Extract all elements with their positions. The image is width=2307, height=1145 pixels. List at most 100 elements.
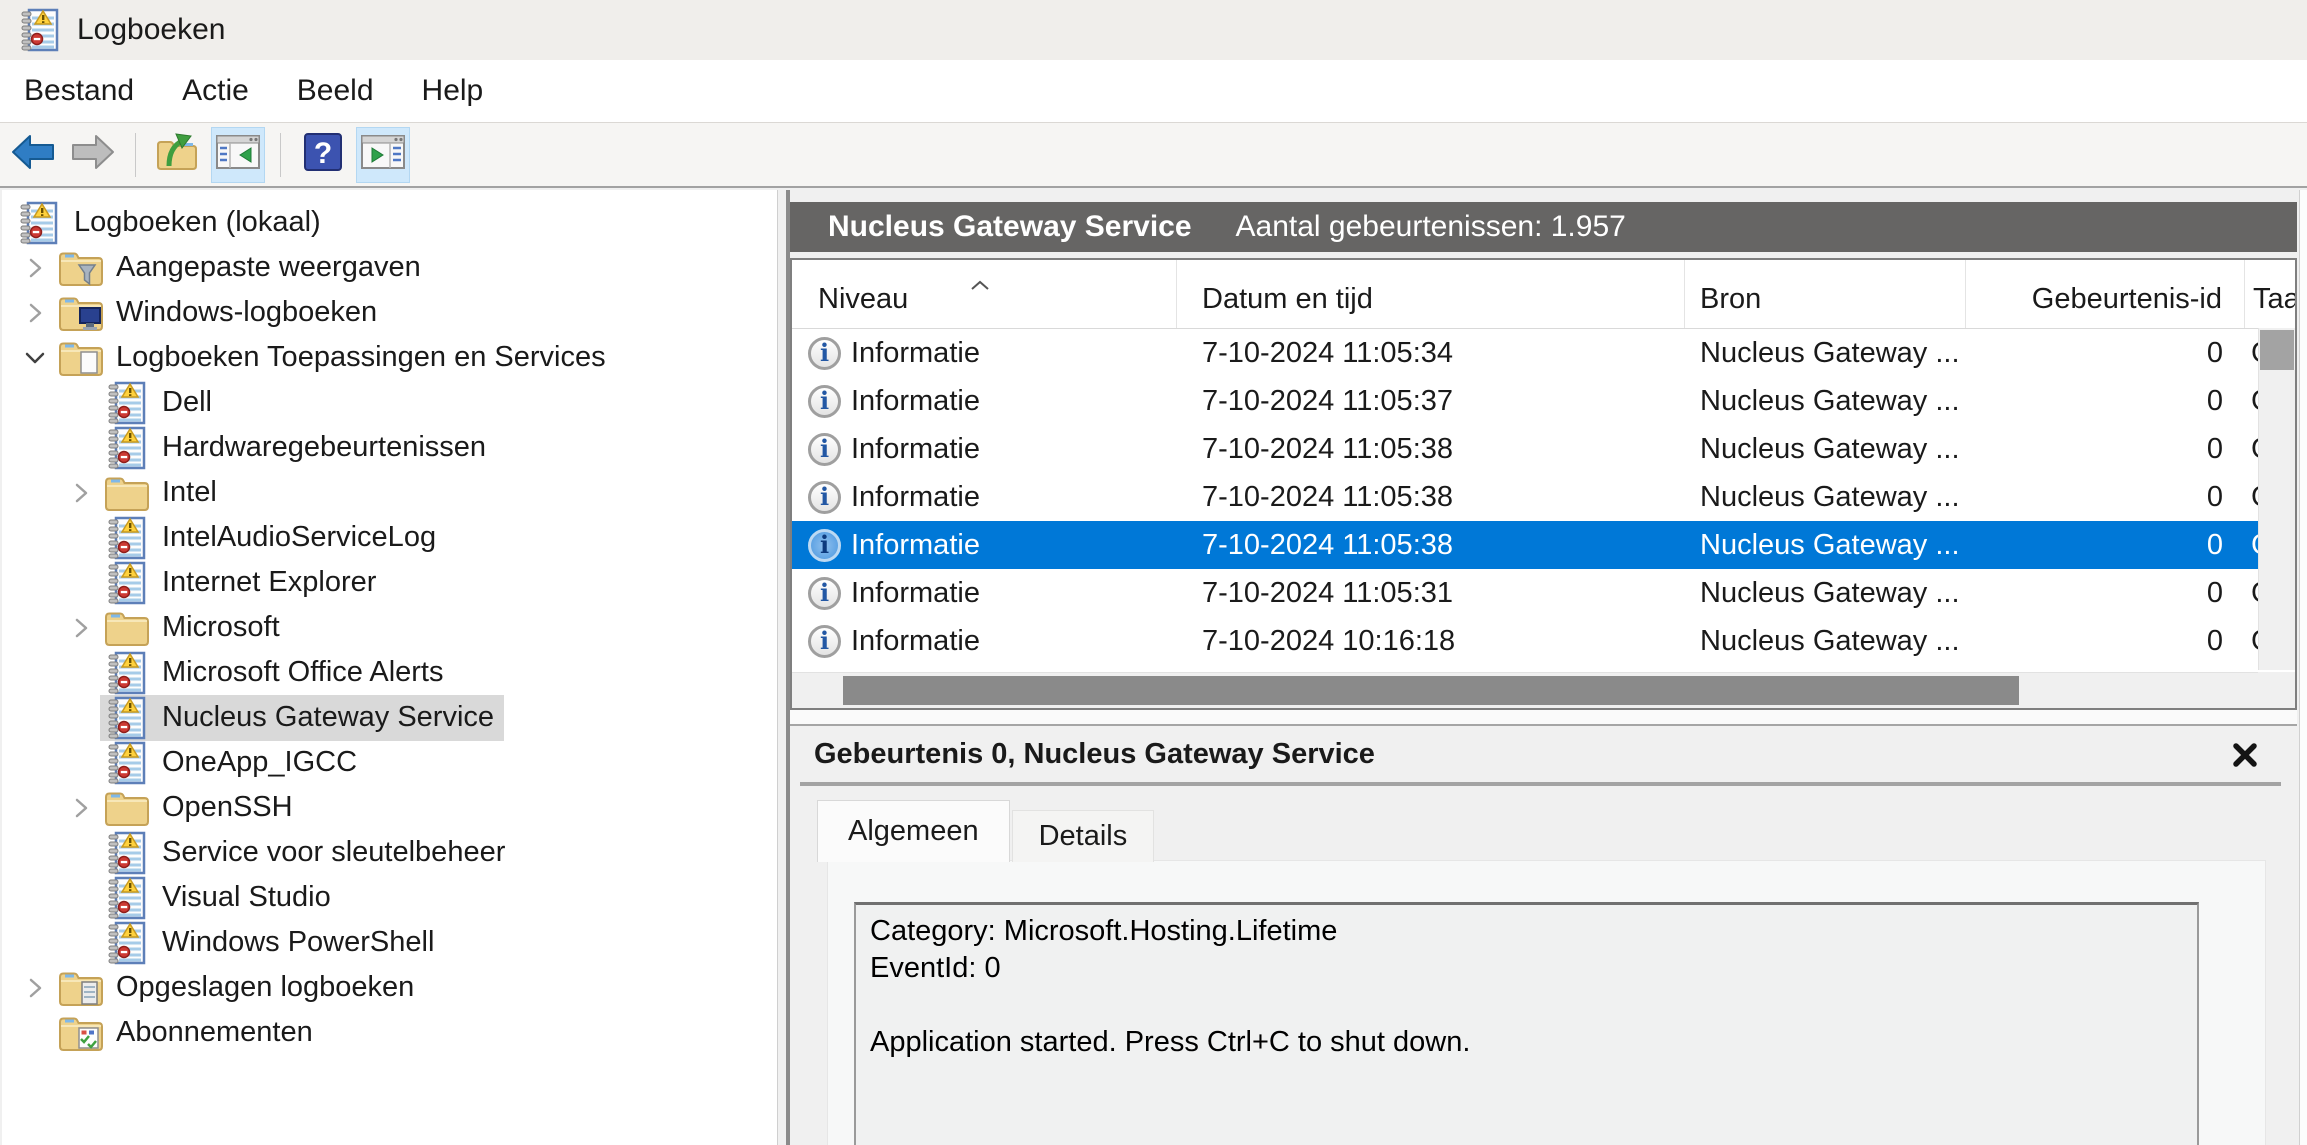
event-datetime-cell: 7-10-2024 11:05:38 [1177,481,1685,514]
column-header-bron[interactable]: Bron [1685,260,1966,328]
tree-item-openssh[interactable]: OpenSSH [2,785,777,830]
event-datetime-cell: 7-10-2024 11:05:38 [1177,529,1685,562]
arrow-left-icon [10,133,56,176]
column-header-taakcategorie[interactable]: Taakcategorie [2245,260,2295,328]
chevron-right-icon[interactable] [62,479,100,507]
event-level-label: Informatie [851,385,980,418]
column-header-datum-en-tijd[interactable]: Datum en tijd [1177,260,1685,328]
arrow-right-icon [70,133,116,176]
toolbar: ? [0,122,2307,188]
tree-item-windows-logboeken[interactable]: Windows-logboeken [2,290,777,335]
event-id-cell: 0 [1966,625,2245,658]
tree-item-visual-studio[interactable]: Visual Studio [2,875,777,920]
event-datetime-cell: 7-10-2024 10:16:18 [1177,625,1685,658]
event-id-cell: 0 [1966,385,2245,418]
vertical-scrollbar-thumb[interactable] [2260,330,2294,370]
folder-icon [103,786,150,830]
tree-item-microsoft-office-alerts[interactable]: Microsoft Office Alerts [2,650,777,695]
tree-item-logboeken-lokaal[interactable]: Logboeken (lokaal) [2,200,777,245]
event-row[interactable]: iInformatie7-10-2024 10:16:18Nucleus Gat… [792,617,2295,665]
tree-item-internet-explorer[interactable]: Internet Explorer [2,560,777,605]
show-action-pane-button[interactable] [356,127,410,183]
chevron-right-icon[interactable] [16,974,54,1002]
event-row[interactable]: iInformatie7-10-2024 11:05:37Nucleus Gat… [792,377,2295,425]
event-row-partial[interactable]: i [792,665,2295,671]
help-button[interactable]: ? [296,127,350,183]
toolbar-separator [280,133,281,177]
vertical-scrollbar[interactable] [2258,328,2295,670]
menu-item-help[interactable]: Help [398,60,508,122]
close-icon [2229,739,2261,771]
event-row[interactable]: iInformatie7-10-2024 11:05:38Nucleus Gat… [792,521,2295,569]
log-icon [103,426,150,470]
tree-item-aangepaste-weergaven[interactable]: Aangepaste weergaven [2,245,777,290]
menu-item-beeld[interactable]: Beeld [273,60,398,122]
column-header-label: Gebeurtenis-id [2032,283,2222,316]
preview-tabs: AlgemeenDetails [817,800,1154,862]
tree-item-box: Opgeslagen logboeken [54,965,424,1011]
toolbar-separator [135,133,136,177]
event-level-label: Informatie [851,337,980,370]
tab-details[interactable]: Details [1012,810,1155,862]
horizontal-scrollbar[interactable] [792,672,2258,708]
column-header-niveau[interactable]: Niveau [792,260,1177,328]
tree-item-label: Visual Studio [162,881,331,914]
chevron-right-icon[interactable] [16,254,54,282]
tree-item-box: Logboeken Toepassingen en Services [54,335,616,381]
tree-item-nucleus-gateway-service[interactable]: Nucleus Gateway Service [2,695,777,740]
tab-algemeen[interactable]: Algemeen [817,800,1010,862]
log-icon [103,921,150,965]
event-level-cell: iInformatie [792,337,1177,370]
event-viewer-icon [16,8,63,52]
horizontal-scrollbar-thumb[interactable] [843,676,2019,705]
tree-item-microsoft[interactable]: Microsoft [2,605,777,650]
tree-item-intelaudioservicelog[interactable]: IntelAudioServiceLog [2,515,777,560]
event-row[interactable]: iInformatie7-10-2024 11:05:34Nucleus Gat… [792,329,2295,377]
tree-item-hardwaregebeurtenissen[interactable]: Hardwaregebeurtenissen [2,425,777,470]
column-header-label: Bron [1700,283,1761,316]
console-tree: Logboeken (lokaal)Aangepaste weergavenWi… [2,190,778,1145]
event-row[interactable]: iInformatie7-10-2024 11:05:38Nucleus Gat… [792,425,2295,473]
event-level-label: Informatie [851,529,980,562]
tree-item-service-voor-sleutelbeheer[interactable]: Service voor sleutelbeheer [2,830,777,875]
menu-item-actie[interactable]: Actie [158,60,273,122]
forward-button[interactable] [66,127,120,183]
column-header-gebeurtenis-id[interactable]: Gebeurtenis-id [1966,260,2245,328]
tree-item-abonnementen[interactable]: Abonnementen [2,1010,777,1055]
chevron-right-icon[interactable] [62,794,100,822]
tree-item-windows-powershell[interactable]: Windows PowerShell [2,920,777,965]
tree-item-logboeken-toepassingen-en-services[interactable]: Logboeken Toepassingen en Services [2,335,777,380]
folder-export-icon [155,131,201,178]
chevron-right-icon[interactable] [16,299,54,327]
tree-item-opgeslagen-logboeken[interactable]: Opgeslagen logboeken [2,965,777,1010]
tree-item-oneapp-igcc[interactable]: OneApp_IGCC [2,740,777,785]
event-row[interactable]: iInformatie7-10-2024 11:05:31Nucleus Gat… [792,569,2295,617]
column-header-label: Datum en tijd [1202,283,1373,316]
information-icon: i [808,577,841,610]
event-id-cell: 0 [1966,433,2245,466]
tree-item-label: Hardwaregebeurtenissen [162,431,486,464]
event-description: Category: Microsoft.Hosting.LifetimeEven… [854,902,2199,1145]
event-row[interactable]: iInformatie7-10-2024 11:05:38Nucleus Gat… [792,473,2295,521]
event-viewer-icon [15,201,62,245]
chevron-right-icon[interactable] [62,614,100,642]
results-title: Nucleus Gateway Service [828,210,1192,244]
menu-bar: BestandActieBeeldHelp [0,60,2307,122]
event-source-cell: Nucleus Gateway ... [1685,625,1966,658]
tree-item-label: Logboeken Toepassingen en Services [116,341,606,374]
tree-item-label: Microsoft Office Alerts [162,656,444,689]
menu-item-bestand[interactable]: Bestand [0,60,158,122]
event-task-category-cell: Geen [2245,385,2258,418]
tree-item-intel[interactable]: Intel [2,470,777,515]
results-header: Nucleus Gateway Service Aantal gebeurten… [790,202,2297,252]
show-console-tree-button[interactable] [211,127,265,183]
information-icon: i [808,625,841,658]
back-button[interactable] [6,127,60,183]
tree-item-dell[interactable]: Dell [2,380,777,425]
close-preview-button[interactable] [2229,739,2261,771]
tree-item-label: Logboeken (lokaal) [74,206,321,239]
chevron-down-icon[interactable] [16,348,54,368]
event-source-cell: Nucleus Gateway ... [1685,577,1966,610]
export-button[interactable] [151,127,205,183]
event-level-label: Informatie [851,481,980,514]
